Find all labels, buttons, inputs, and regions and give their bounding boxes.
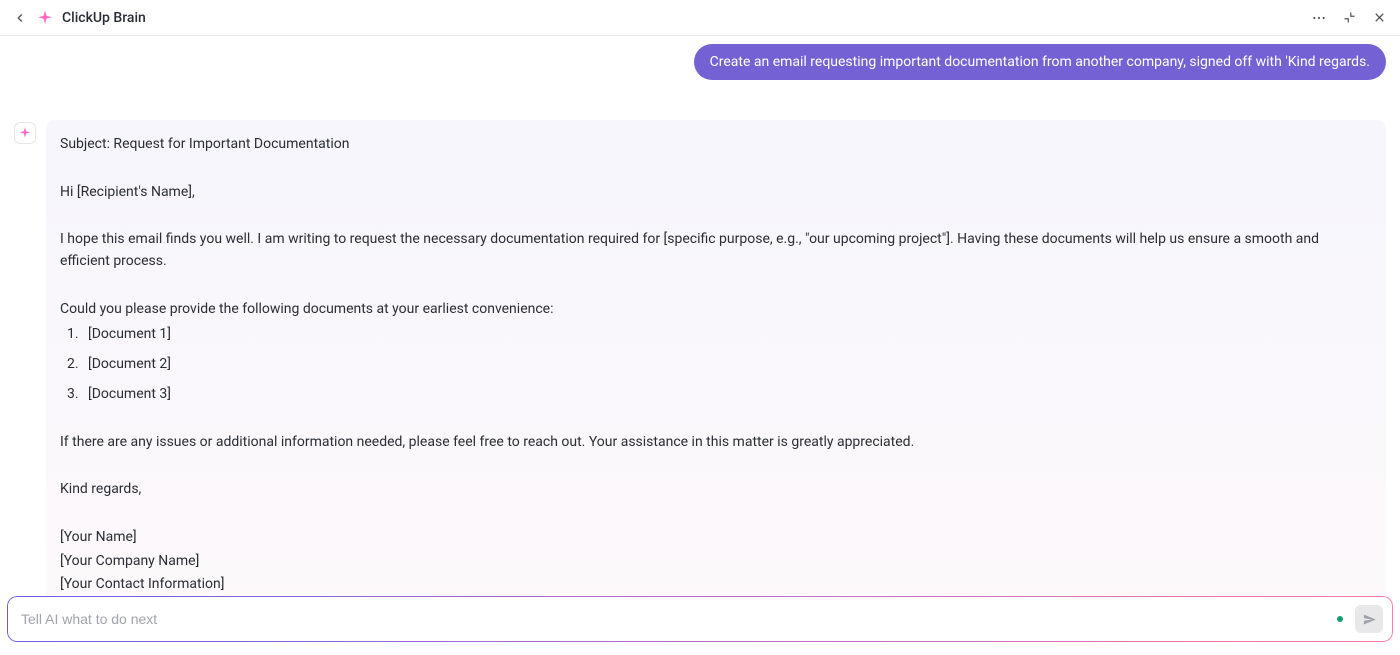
chat-area: Create an email requesting important doc…: [0, 36, 1400, 618]
signature-company: [Your Company Name]: [60, 551, 1372, 573]
send-button[interactable]: [1355, 605, 1383, 633]
close-icon: [1372, 10, 1387, 25]
email-closing-note: If there are any issues or additional in…: [60, 432, 1372, 454]
brain-icon: [36, 9, 54, 27]
list-item: [Document 1]: [82, 324, 1372, 346]
header-left: ClickUp Brain: [12, 9, 146, 27]
back-button[interactable]: [12, 10, 28, 26]
document-list: [Document 1] [Document 2] [Document 3]: [82, 324, 1372, 405]
email-greeting: Hi [Recipient's Name],: [60, 182, 1372, 204]
send-icon: [1362, 612, 1377, 627]
user-message-row: Create an email requesting important doc…: [14, 44, 1386, 80]
ai-avatar: [14, 122, 36, 144]
ai-response-row: Subject: Request for Important Documenta…: [14, 120, 1386, 618]
email-subject: Subject: Request for Important Documenta…: [60, 134, 1372, 156]
signature-contact: [Your Contact Information]: [60, 574, 1372, 596]
user-message: Create an email requesting important doc…: [694, 44, 1386, 80]
status-indicator: [1337, 616, 1343, 622]
minimize-icon: [1342, 10, 1357, 25]
app-header: ClickUp Brain: [0, 0, 1400, 36]
input-bar-container: [6, 595, 1394, 643]
app-title: ClickUp Brain: [62, 10, 146, 26]
sparkle-icon: [36, 9, 54, 27]
expand-button[interactable]: [1340, 9, 1358, 27]
sparkle-icon: [18, 126, 32, 140]
prompt-input[interactable]: [21, 611, 1337, 627]
list-item: [Document 2]: [82, 354, 1372, 376]
list-item: [Document 3]: [82, 384, 1372, 406]
email-signoff: Kind regards,: [60, 479, 1372, 501]
more-horizontal-icon: [1311, 10, 1327, 26]
more-button[interactable]: [1310, 9, 1328, 27]
ai-response: Subject: Request for Important Documenta…: [46, 120, 1386, 618]
close-button[interactable]: [1370, 9, 1388, 27]
header-right: [1310, 9, 1388, 27]
input-bar: [6, 595, 1394, 643]
email-intro: I hope this email finds you well. I am w…: [60, 229, 1372, 272]
signature-name: [Your Name]: [60, 527, 1372, 549]
email-ask: Could you please provide the following d…: [60, 299, 1372, 321]
chevron-left-icon: [13, 11, 27, 25]
